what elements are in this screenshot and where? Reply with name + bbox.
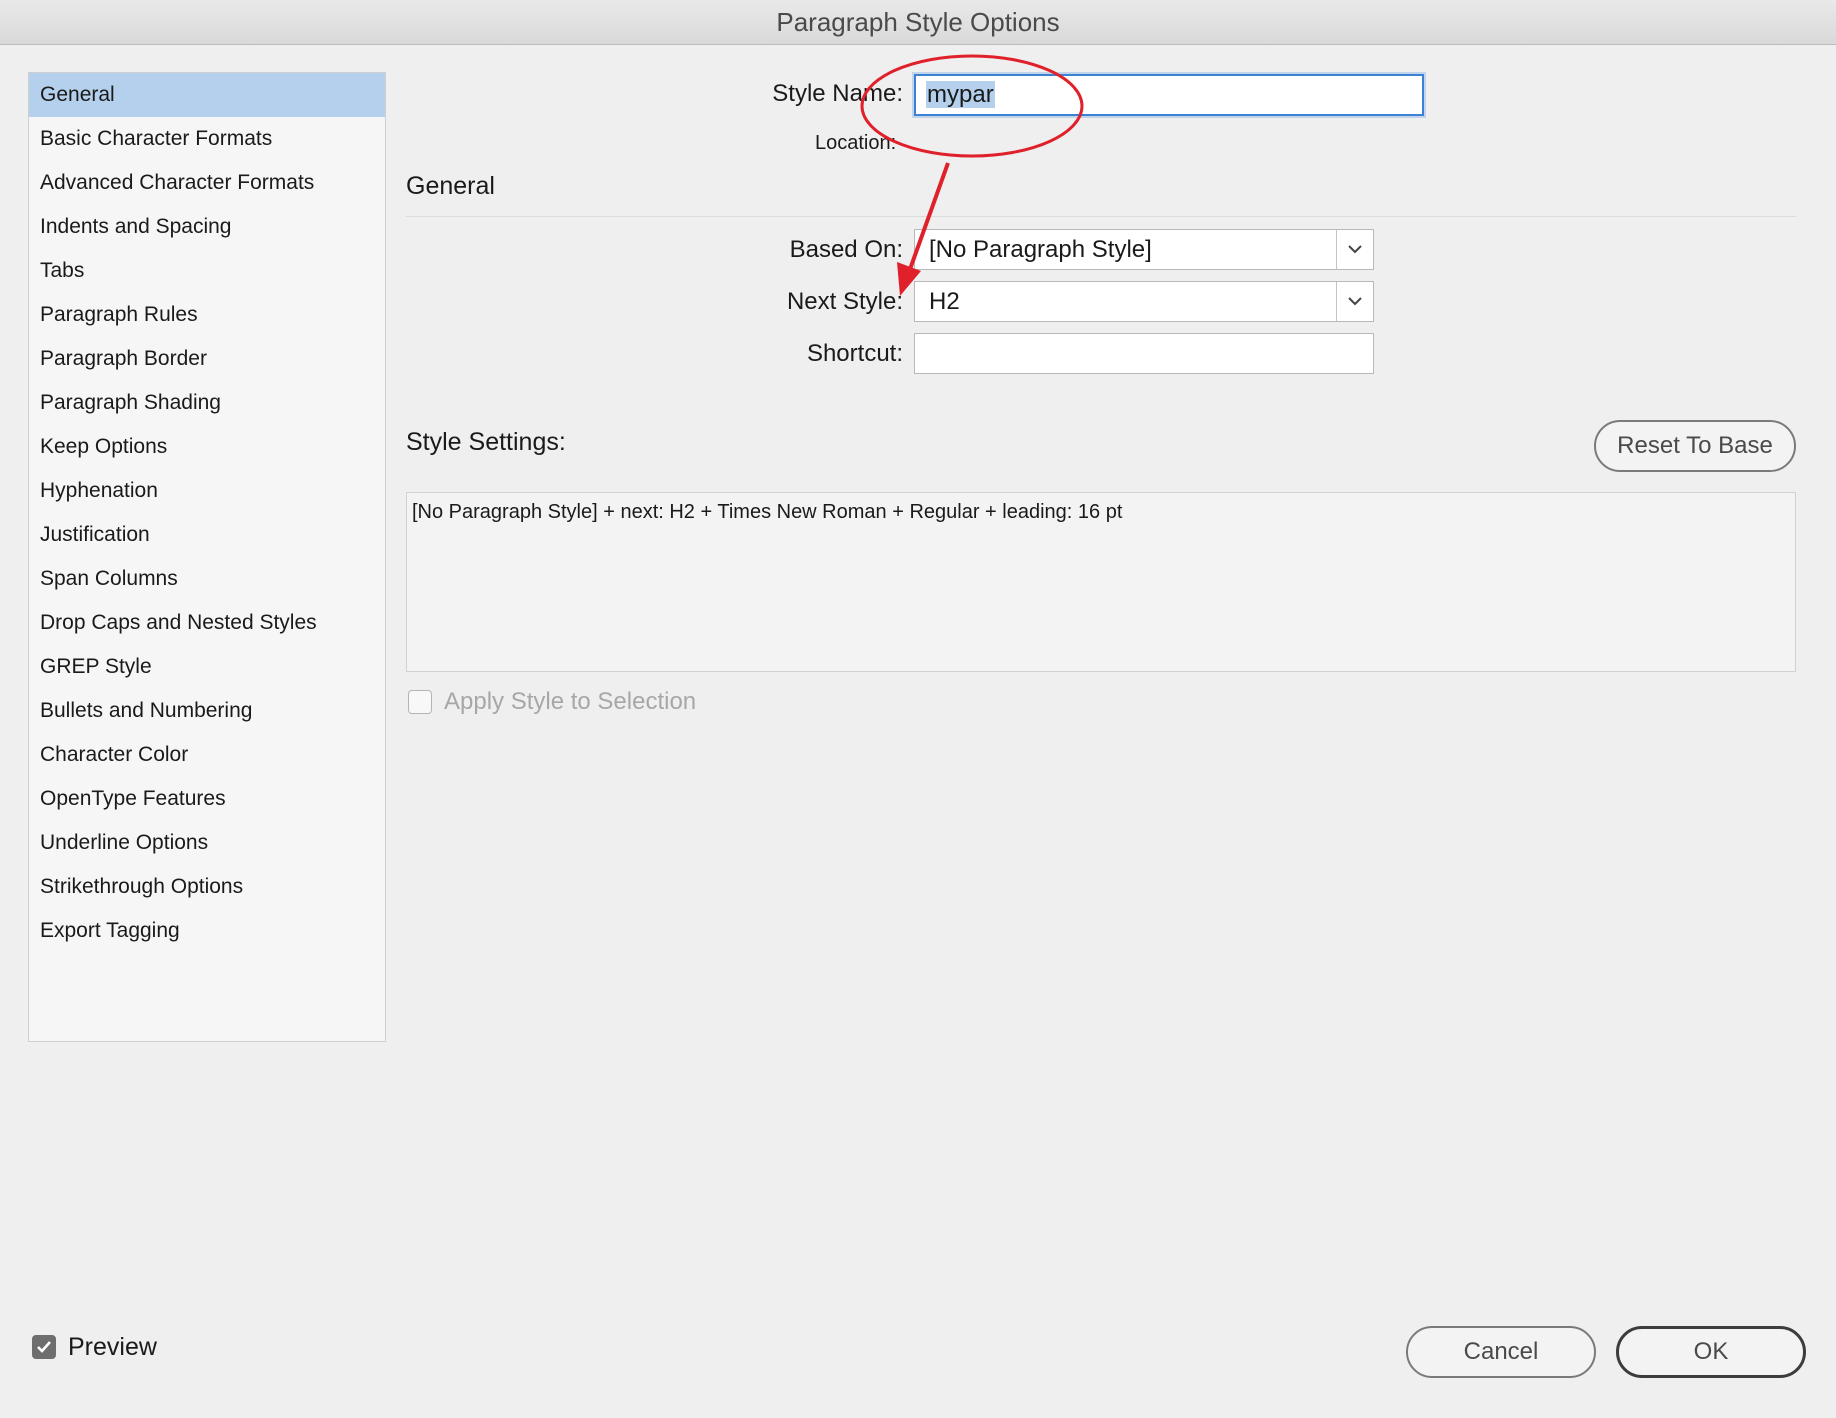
- chevron-down-icon[interactable]: [1336, 282, 1373, 321]
- next-style-value: H2: [929, 287, 960, 315]
- sidebar-item-export-tagging[interactable]: Export Tagging: [29, 909, 385, 953]
- apply-style-checkbox[interactable]: [408, 690, 432, 714]
- style-name-input[interactable]: mypar: [914, 74, 1424, 116]
- checkmark-icon: [37, 1341, 51, 1353]
- section-divider: [406, 216, 1796, 217]
- style-settings-label: Style Settings:: [406, 428, 566, 456]
- style-name-label: Style Name:: [772, 80, 903, 107]
- sidebar-item-paragraph-rules[interactable]: Paragraph Rules: [29, 293, 385, 337]
- ok-button[interactable]: OK: [1616, 1326, 1806, 1378]
- sidebar-item-advanced-character-formats[interactable]: Advanced Character Formats: [29, 161, 385, 205]
- sidebar-item-tabs[interactable]: Tabs: [29, 249, 385, 293]
- style-settings-text: [No Paragraph Style] + next: H2 + Times …: [412, 501, 1123, 523]
- sidebar-item-bullets-and-numbering[interactable]: Bullets and Numbering: [29, 689, 385, 733]
- sidebar-item-underline-options[interactable]: Underline Options: [29, 821, 385, 865]
- next-style-label: Next Style:: [786, 288, 903, 315]
- sidebar-item-basic-character-formats[interactable]: Basic Character Formats: [29, 117, 385, 161]
- sidebar-item-character-color[interactable]: Character Color: [29, 733, 385, 777]
- window-title-bar: Paragraph Style Options: [0, 0, 1836, 45]
- chevron-down-icon[interactable]: [1336, 230, 1373, 269]
- shortcut-label: Shortcut:: [806, 340, 903, 367]
- category-sidebar: General Basic Character Formats Advanced…: [28, 72, 386, 1042]
- preview-label: Preview: [68, 1333, 157, 1361]
- based-on-label: Based On:: [789, 236, 903, 263]
- sidebar-item-paragraph-shading[interactable]: Paragraph Shading: [29, 381, 385, 425]
- sidebar-item-drop-caps[interactable]: Drop Caps and Nested Styles: [29, 601, 385, 645]
- apply-style-label: Apply Style to Selection: [444, 688, 697, 715]
- window-title: Paragraph Style Options: [776, 6, 1060, 37]
- reset-to-base-button[interactable]: Reset To Base: [1594, 420, 1796, 472]
- location-label: Location:: [815, 132, 897, 154]
- preview-checkbox[interactable]: [32, 1335, 56, 1359]
- sidebar-item-grep-style[interactable]: GREP Style: [29, 645, 385, 689]
- style-settings-box: [No Paragraph Style] + next: H2 + Times …: [406, 492, 1796, 672]
- sidebar-item-indents-and-spacing[interactable]: Indents and Spacing: [29, 205, 385, 249]
- style-name-value: mypar: [926, 81, 995, 108]
- sidebar-item-general[interactable]: General: [29, 73, 385, 117]
- sidebar-item-span-columns[interactable]: Span Columns: [29, 557, 385, 601]
- cancel-button[interactable]: Cancel: [1406, 1326, 1596, 1378]
- sidebar-item-hyphenation[interactable]: Hyphenation: [29, 469, 385, 513]
- sidebar-item-paragraph-border[interactable]: Paragraph Border: [29, 337, 385, 381]
- section-title-general: General: [406, 172, 495, 200]
- sidebar-item-justification[interactable]: Justification: [29, 513, 385, 557]
- sidebar-item-strikethrough-options[interactable]: Strikethrough Options: [29, 865, 385, 909]
- shortcut-input[interactable]: [914, 333, 1374, 374]
- sidebar-item-opentype-features[interactable]: OpenType Features: [29, 777, 385, 821]
- based-on-select[interactable]: [No Paragraph Style]: [914, 229, 1374, 270]
- next-style-select[interactable]: H2: [914, 281, 1374, 322]
- based-on-value: [No Paragraph Style]: [929, 235, 1152, 263]
- sidebar-item-keep-options[interactable]: Keep Options: [29, 425, 385, 469]
